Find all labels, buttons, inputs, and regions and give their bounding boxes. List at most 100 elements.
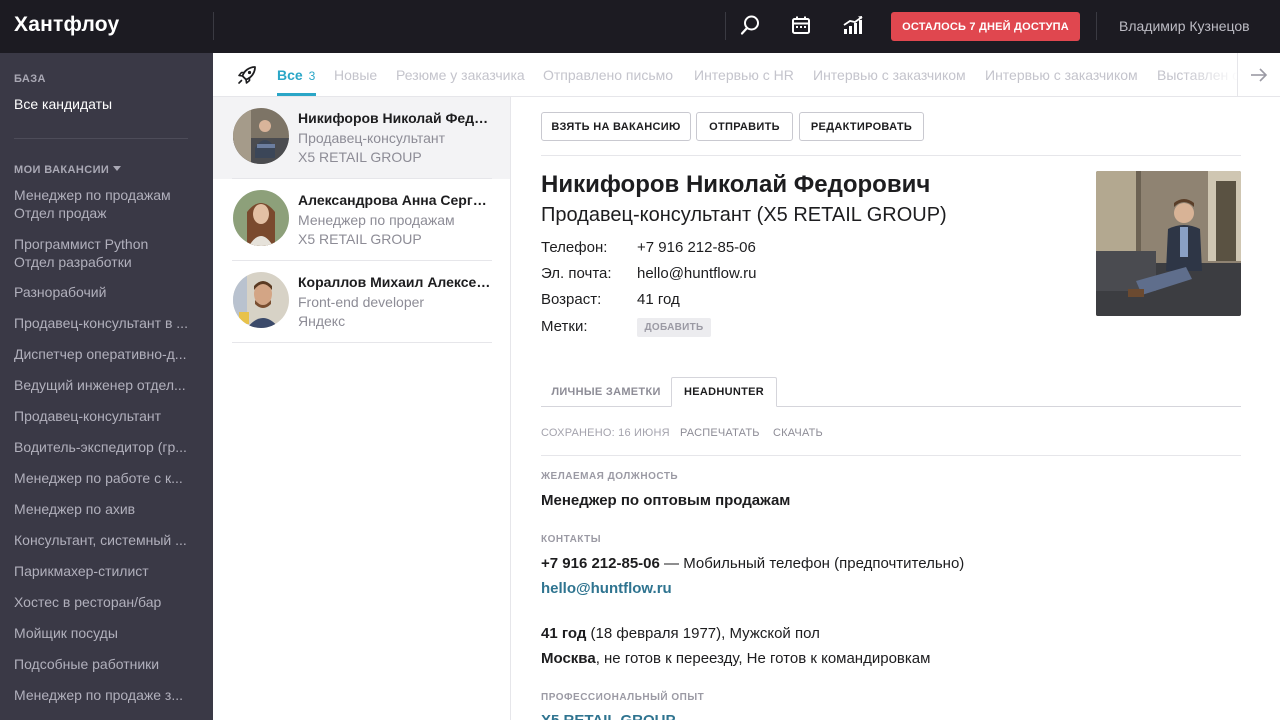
divider [541,155,1241,156]
candidate-company: X5 RETAIL GROUP [298,231,422,247]
city: Москва [541,650,596,667]
email-label: Эл. почта: [541,265,612,282]
candidate-position: Front-end developer [298,294,425,310]
chevron-down-icon [113,166,122,171]
base-heading: БАЗА [14,73,46,85]
app-logo[interactable]: Хантфлоу [14,13,119,37]
access-remaining-button[interactable]: ОСТАЛОСЬ 7 ДНЕЙ ДОСТУПА [891,12,1080,41]
vacancy-title: Программист Python [14,236,149,252]
section-heading: КОНТАКТЫ [541,534,602,545]
stage-tabs: Все 3 Новые Резюме у заказчика Отправлен… [213,53,1280,97]
phone-label: Телефон: [541,239,608,256]
send-button[interactable]: ОТПРАВИТЬ [696,112,793,141]
sidebar: БАЗА Все кандидаты МОИ ВАКАНСИИ Менеджер… [0,53,213,720]
candidate-full-name: Никифоров Николай Федорович [541,171,931,198]
age-strong: 41 год [541,625,587,642]
sidebar-item-vacancy[interactable]: Консультант, системный ... [14,531,194,549]
sidebar-item-vacancy[interactable]: Парикмахер-стилист [14,562,194,580]
age-label: Возраст: [541,291,602,308]
experience-company[interactable]: X5 RETAIL GROUP [541,712,675,720]
candidate-list-item[interactable]: Кораллов Михаил Алексеевич Front-end dev… [213,261,510,343]
city-line: Москва, не готов к переезду, Не готов к … [541,650,930,667]
avatar [233,190,289,246]
download-link[interactable]: СКАЧАТЬ [773,427,823,439]
calendar-icon[interactable] [788,12,814,38]
vacancies-heading-label: МОИ ВАКАНСИИ [14,164,110,176]
tab-headhunter[interactable]: HEADHUNTER [671,377,777,407]
tab-stage[interactable]: Резюме у заказчика [396,67,525,83]
tab-all-label: Все [277,67,303,83]
add-tag-button[interactable]: ДОБАВИТЬ [637,318,711,337]
divider [232,342,492,343]
sidebar-item-vacancy[interactable]: Менеджер по работе с к... [14,469,194,487]
avatar [233,108,289,164]
top-bar: Хантфлоу ОСТАЛОСЬ 7 ДНЕЙ ДОСТУПА Владими… [0,0,1280,53]
section-heading: ПРОФЕССИОНАЛЬНЫЙ ОПЫТ [541,692,705,703]
tabs-scroll-right-button[interactable] [1237,53,1280,96]
candidate-name: Никифоров Николай Федорович [298,110,493,126]
candidate-list: Никифоров Николай Федорович Продавец-кон… [213,97,511,720]
sidebar-item-vacancy[interactable]: Менеджер по ахив [14,500,194,518]
age-note: (18 февраля 1977), Мужской пол [586,625,820,642]
divider [14,138,188,139]
candidate-photo [1096,171,1241,316]
tab-stage[interactable]: Отправлено письмо [543,67,673,83]
tab-personal-notes[interactable]: ЛИЧНЫЕ ЗАМЕТКИ [541,377,671,407]
vacancy-title: Менеджер по продажам [14,187,171,203]
sidebar-item-all-candidates[interactable]: Все кандидаты [14,96,112,112]
vacancy-department: Отдел разработки [14,254,132,270]
candidate-name: Кораллов Михаил Алексеевич [298,274,493,290]
sidebar-item-vacancy[interactable]: Ведущий инженер отдел... [14,376,194,394]
contact-phone[interactable]: +7 916 212-85-06 [541,555,660,572]
sidebar-item-vacancy[interactable]: Продавец-консультант в ... [14,314,194,332]
email-value[interactable]: hello@huntflow.ru [637,265,756,282]
candidate-name: Александрова Анна Сергеевна [298,192,493,208]
divider [725,12,726,40]
desired-position: Менеджер по оптовым продажам [541,492,791,509]
candidate-position: Менеджер по продажам [298,212,455,228]
sidebar-item-vacancy[interactable]: Программист Python Отдел разработки [14,235,194,271]
sidebar-item-vacancy[interactable]: Менеджер по продаже з... [14,686,194,704]
tab-stage[interactable]: Интервью с заказчиком [813,67,966,83]
user-menu[interactable]: Владимир Кузнецов [1119,18,1250,34]
take-to-vacancy-button[interactable]: ВЗЯТЬ НА ВАКАНСИЮ [541,112,691,141]
edit-button[interactable]: РЕДАКТИРОВАТЬ [799,112,924,141]
vacancies-heading[interactable]: МОИ ВАКАНСИИ [14,164,122,176]
tab-stage[interactable]: Новые [334,67,377,83]
analytics-icon[interactable] [840,12,866,38]
tab-all[interactable]: Все 3 [277,67,315,83]
tabs-fade [1183,53,1239,96]
sidebar-item-vacancy[interactable]: Разнорабочий [14,283,194,301]
vacancy-department: Отдел продаж [14,205,107,221]
search-icon[interactable] [737,12,763,38]
print-link[interactable]: РАСПЕЧАТАТЬ [680,427,760,439]
sidebar-item-vacancy[interactable]: Водитель-экспедитор (гр... [14,438,194,456]
age-line: 41 год (18 февраля 1977), Мужской пол [541,625,820,642]
candidate-position-title: Продавец-консультант (X5 RETAIL GROUP) [541,204,947,226]
contact-email-link[interactable]: hello@huntflow.ru [541,580,672,597]
tab-stage[interactable]: Интервью с заказчиком [985,67,1138,83]
sidebar-item-vacancy[interactable]: Подсобные работники [14,655,194,673]
candidate-company: X5 RETAIL GROUP [298,149,422,165]
tab-all-count: 3 [308,69,316,83]
section-heading: ЖЕЛАЕМАЯ ДОЛЖНОСТЬ [541,471,679,482]
sidebar-item-vacancy[interactable]: Хостес в ресторан/бар [14,593,194,611]
city-note: , не готов к переезду, Не готов к команд… [595,650,931,667]
candidate-list-item[interactable]: Никифоров Николай Федорович Продавец-кон… [213,97,510,179]
arrow-right-icon [1251,67,1268,82]
sidebar-item-vacancy[interactable]: Мойщик посуды [14,624,194,642]
divider [541,455,1241,456]
saved-date: СОХРАНЕНО: 16 ИЮНЯ [541,427,670,439]
sidebar-item-vacancy[interactable]: Менеджер по продажам Отдел продаж [14,186,194,222]
phone-value[interactable]: +7 916 212-85-06 [637,239,756,256]
sidebar-item-vacancy[interactable]: Продавец-консультант [14,407,194,425]
age-value: 41 год [637,291,680,308]
sidebar-item-vacancy[interactable]: Диспетчер оперативно-д... [14,345,194,363]
active-tab-indicator [277,93,316,96]
rocket-icon [235,63,259,87]
candidate-detail: ВЗЯТЬ НА ВАКАНСИЮ ОТПРАВИТЬ РЕДАКТИРОВАТ… [511,97,1280,720]
candidate-position: Продавец-консультант [298,130,446,146]
tags-label: Метки: [541,318,588,335]
candidate-list-item[interactable]: Александрова Анна Сергеевна Менеджер по … [213,179,510,261]
tab-stage[interactable]: Интервью с HR [694,67,794,83]
